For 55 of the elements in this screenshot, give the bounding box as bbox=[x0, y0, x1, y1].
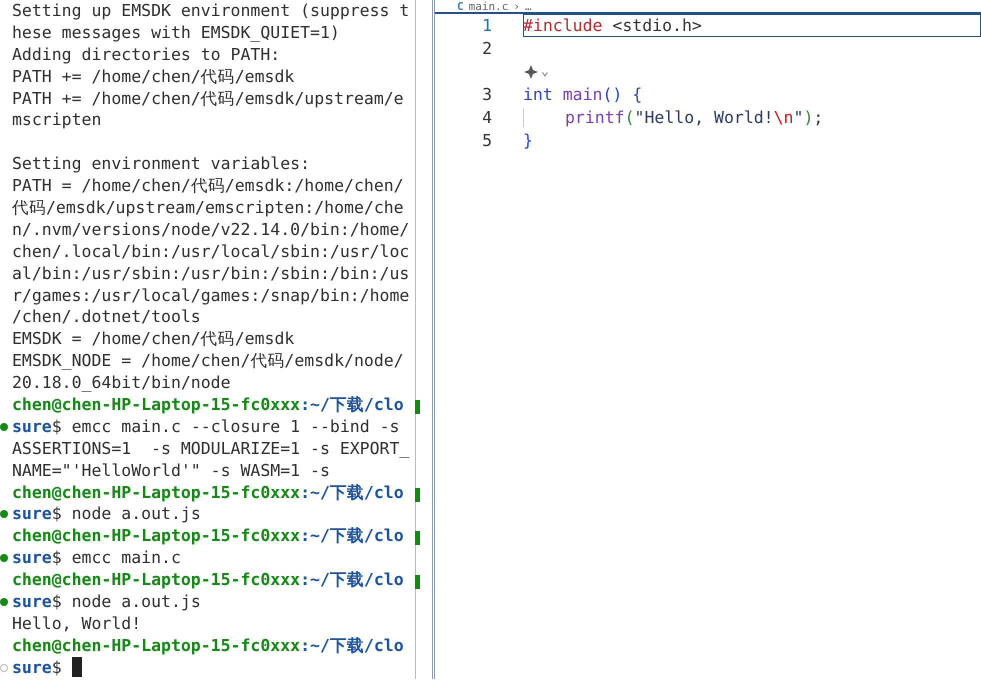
terminal-text: 20.18.0_64bit/bin/node bbox=[12, 373, 231, 392]
terminal-text: /chen/.dotnet/tools bbox=[12, 307, 201, 326]
prompt-user: chen@chen-HP-Laptop-15-fc0xxx bbox=[12, 482, 300, 502]
terminal-text: ASSERTIONS=1 -s MODULARIZE=1 -s EXPORT_ bbox=[12, 438, 410, 458]
prompt-path: sure bbox=[12, 592, 52, 612]
code-line: #include <stdio.h> bbox=[523, 16, 702, 35]
terminal-text: Setting environment variables: bbox=[12, 154, 310, 174]
terminal-text: r/games:/usr/local/games:/snap/bin:/home bbox=[12, 286, 410, 305]
line-number: 2 bbox=[481, 38, 492, 60]
prompt-path: sure bbox=[12, 658, 52, 677]
prompt-user: chen@chen-HP-Laptop-15-fc0xxx bbox=[12, 395, 300, 414]
prompt-user: chen@chen-HP-Laptop-15-fc0xxx bbox=[12, 570, 300, 590]
terminal-text: n/.nvm/versions/node/v22.14.0/bin:/home/ bbox=[12, 220, 410, 239]
terminal-text: NAME="'HelloWorld'" -s WASM=1 -s bbox=[12, 460, 330, 480]
prompt-path: sure bbox=[12, 548, 52, 568]
chevron-icon[interactable]: ⌄ bbox=[541, 62, 549, 82]
code-line: } bbox=[523, 131, 533, 150]
command-text: $ node a.out.js bbox=[52, 592, 201, 612]
command-text: $ bbox=[52, 658, 62, 677]
terminal-text: mscripten bbox=[12, 110, 102, 130]
line-number: 5 bbox=[481, 130, 492, 152]
prompt-user: chen@chen-HP-Laptop-15-fc0xxx bbox=[12, 636, 300, 655]
terminal-text: PATH = /home/chen/代码/emsdk:/home/chen/ bbox=[12, 176, 404, 196]
line-number: 1 bbox=[481, 15, 492, 37]
command-text: $ emcc main.c bbox=[52, 548, 181, 568]
prompt-path: :~/下载/clo bbox=[300, 526, 404, 546]
prompt-path: :~/下载/clo bbox=[300, 570, 404, 590]
terminal-text: Adding directories to PATH: bbox=[12, 44, 280, 64]
prompt-path: :~/下载/clo bbox=[300, 395, 404, 414]
code-line: int main() { bbox=[523, 85, 642, 104]
line-number: 4 bbox=[481, 107, 492, 129]
breadcrumb-separator: › bbox=[513, 0, 520, 12]
prompt-path: :~/下载/clo bbox=[300, 636, 404, 655]
terminal-text: PATH += /home/chen/代码/emsdk/upstream/e bbox=[12, 88, 404, 108]
terminal-text: EMSDK = /home/chen/代码/emsdk bbox=[12, 329, 294, 348]
line-number: 3 bbox=[481, 84, 492, 106]
terminal-text: EMSDK_NODE = /home/chen/代码/emsdk/node/ bbox=[12, 351, 404, 370]
terminal-text: PATH += /home/chen/代码/emsdk bbox=[12, 66, 294, 86]
prompt-user: chen@chen-HP-Laptop-15-fc0xxx bbox=[12, 526, 300, 546]
breadcrumb-more[interactable]: … bbox=[525, 0, 532, 12]
c-file-icon: C bbox=[457, 0, 464, 12]
code-line: printf("Hello, World!\n"); bbox=[565, 108, 824, 127]
terminal-text: Hello, World! bbox=[12, 614, 142, 633]
terminal-text: chen/.local/bin:/usr/local/sbin:/usr/loc bbox=[12, 242, 410, 261]
terminal-text: 代码/emsdk/upstream/emscripten:/home/che bbox=[12, 198, 404, 218]
prompt-path: sure bbox=[12, 504, 52, 524]
command-text: $ emcc main.c --closure 1 --bind -s bbox=[52, 416, 400, 436]
prompt-path: sure bbox=[12, 416, 52, 436]
terminal-text: Setting up EMSDK environment (suppress t bbox=[12, 1, 410, 20]
command-text: $ node a.out.js bbox=[52, 504, 201, 524]
terminal-text: al/bin:/usr/sbin:/usr/bin:/sbin:/bin:/us bbox=[12, 264, 410, 283]
sparkle-icon[interactable] bbox=[523, 64, 539, 80]
prompt-path: :~/下载/clo bbox=[300, 482, 404, 502]
terminal-text: hese messages with EMSDK_QUIET=1) bbox=[12, 22, 340, 42]
breadcrumb-file[interactable]: main.c bbox=[468, 0, 508, 12]
